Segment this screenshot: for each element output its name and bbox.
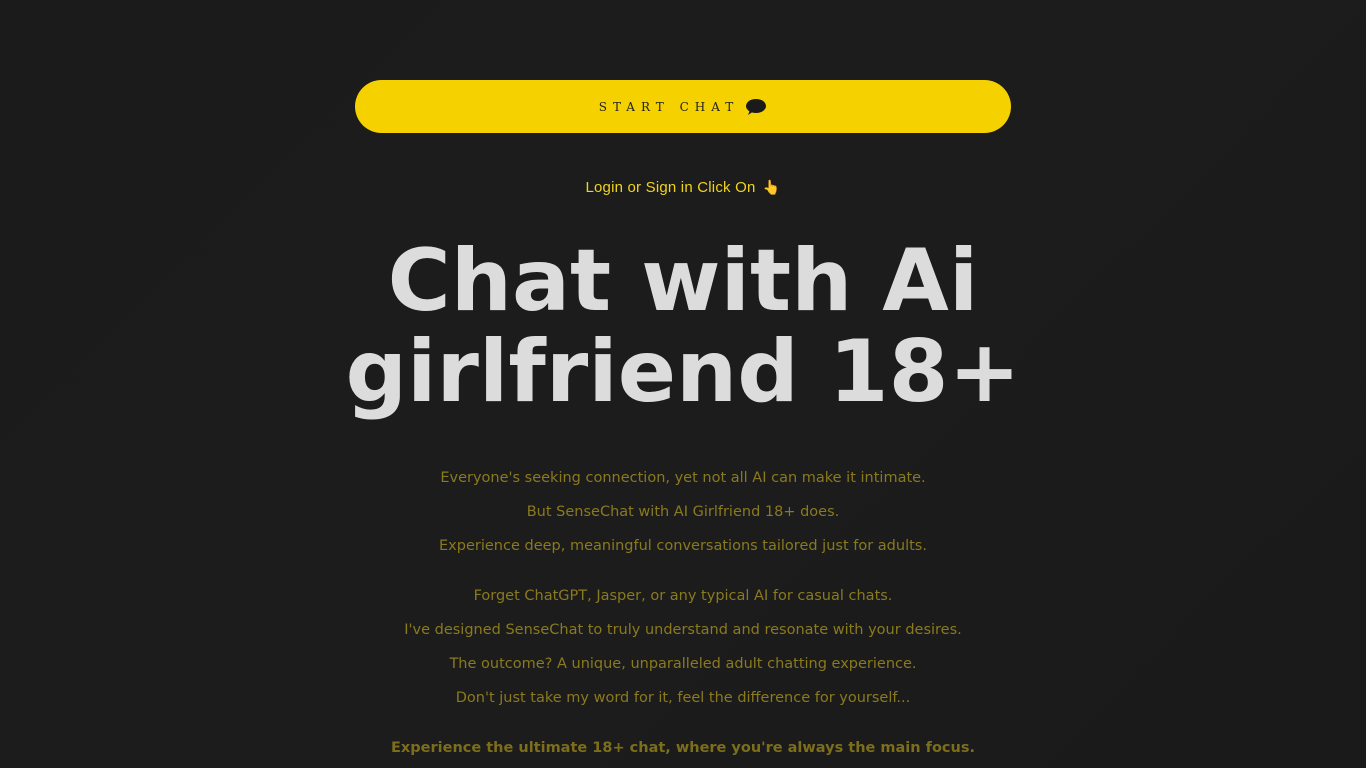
page-title-line-2: girlfriend 18+: [345, 322, 1021, 422]
emphasis-line: Experience the ultimate 18+ chat, where …: [391, 740, 975, 756]
page-title-line-1: Chat with Ai: [387, 231, 979, 331]
pitch-line: Forget ChatGPT, Jasper, or any typical A…: [473, 588, 893, 604]
speech-bubble-icon: [745, 98, 767, 116]
start-chat-label: START CHAT: [598, 99, 740, 114]
landing-page: START CHAT Login or Sign in Click On 👆 C…: [0, 0, 1366, 768]
pitch-line: The outcome? A unique, unparalleled adul…: [449, 656, 917, 672]
intro-line: Everyone's seeking connection, yet not a…: [440, 470, 926, 486]
pitch-line: Don't just take my word for it, feel the…: [455, 690, 911, 706]
pitch-line: I've designed SenseChat to truly underst…: [404, 622, 962, 638]
start-chat-button[interactable]: START CHAT: [355, 80, 1011, 133]
login-link-text[interactable]: Login or Sign in Click On: [585, 179, 755, 196]
description: Everyone's seeking connection, yet not a…: [0, 466, 1366, 768]
page-title: Chat with Ai girlfriend 18+: [0, 236, 1366, 418]
intro-line: Experience deep, meaningful conversation…: [439, 538, 927, 554]
pointing-hand-icon: 👆: [762, 179, 781, 195]
login-link[interactable]: Login or Sign in Click On 👆: [0, 179, 1366, 196]
intro-line: But SenseChat with AI Girlfriend 18+ doe…: [526, 504, 840, 520]
